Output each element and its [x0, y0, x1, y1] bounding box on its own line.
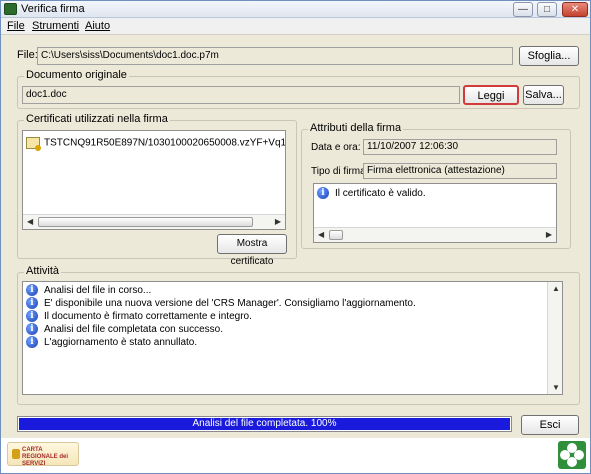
scroll-left-icon[interactable]: ◀ — [27, 217, 33, 226]
certificates-title: Certificati utilizzati nella firma — [24, 113, 170, 125]
close-button[interactable]: ✕ — [562, 2, 588, 17]
certificate-icon — [26, 137, 41, 151]
scroll-left-icon[interactable]: ◀ — [318, 230, 324, 239]
scroll-down-icon[interactable]: ▼ — [552, 383, 560, 392]
log-entry-text: Analisi del file in corso... — [44, 285, 152, 296]
progress-bar: Analisi del file completata. 100% — [17, 416, 512, 432]
activity-log[interactable]: i Analisi del file in corso... i E' dispon… — [22, 281, 563, 395]
log-entry-text: Il documento è firmato correttamente e i… — [44, 311, 252, 322]
minimize-button[interactable]: — — [513, 2, 533, 17]
browse-button[interactable]: Sfoglia... — [519, 46, 579, 66]
scroll-right-icon[interactable]: ▶ — [275, 217, 281, 226]
activity-title: Attività — [24, 265, 62, 277]
signature-type-field: Firma elettronica (attestazione) — [363, 163, 557, 179]
log-entry: i Il documento è firmato correttamente e … — [26, 310, 252, 323]
progress-text: Analisi del file completata. 100% — [192, 418, 337, 429]
menu-aiuto[interactable]: Aiuto — [85, 20, 110, 32]
scroll-right-icon[interactable]: ▶ — [546, 230, 552, 239]
date-label: Data e ora: — [311, 142, 361, 153]
log-entry-text: Analisi del file completata con successo… — [44, 324, 223, 335]
log-entry: i E' disponibile una nuova versione del '… — [26, 297, 416, 310]
title-bar[interactable]: Verifica firma — □ ✕ — [1, 1, 590, 18]
original-document-field[interactable]: doc1.doc — [22, 86, 460, 104]
log-entry-text: L'aggiornamento è stato annullato. — [44, 337, 198, 348]
exit-button[interactable]: Esci — [521, 415, 579, 435]
menu-bar: File Strumenti Aiuto — [1, 18, 590, 35]
status-hscrollbar[interactable]: ◀ ▶ — [314, 227, 556, 242]
log-entry: i Analisi del file completata con success… — [26, 323, 223, 336]
certificates-scroll-thumb[interactable] — [38, 217, 253, 227]
read-button[interactable]: Leggi — [463, 85, 519, 105]
certificate-status-list[interactable]: i Il certificato è valido. ◀ ▶ — [313, 183, 557, 243]
window-title: Verifica firma — [21, 3, 85, 15]
log-entry-text: E' disponibile una nuova versione del 'C… — [44, 298, 416, 309]
verifica-firma-window: Verifica firma — □ ✕ File Strumenti Aiut… — [0, 0, 591, 474]
original-document-title: Documento originale — [24, 69, 129, 81]
info-icon: i — [26, 336, 38, 349]
log-entry: i Analisi del file in corso... — [26, 284, 151, 297]
log-entry: i L'aggiornamento è stato annullato. — [26, 336, 197, 349]
certificate-item-label: TSTCNQ91R50E897N/1030100020650008.vzYF+V… — [44, 137, 286, 149]
info-icon: i — [26, 323, 38, 336]
status-scroll-thumb[interactable] — [329, 230, 343, 240]
signature-type-label: Tipo di firma: — [311, 166, 369, 177]
info-icon: i — [317, 187, 329, 200]
scroll-up-icon[interactable]: ▲ — [552, 284, 560, 293]
signature-attributes-title: Attributi della firma — [308, 122, 404, 134]
show-certificate-button[interactable]: Mostra certificato — [217, 234, 287, 267]
status-message-text: Il certificato è valido. — [335, 188, 426, 199]
certificates-hscrollbar[interactable]: ◀ ▶ — [23, 214, 285, 229]
certificates-list[interactable]: TSTCNQ91R50E897N/1030100020650008.vzYF+V… — [22, 130, 286, 230]
crs-corner-logo-icon — [558, 441, 586, 469]
file-path-field[interactable]: C:\Users\siss\Documents\doc1.doc.p7m — [37, 47, 513, 65]
footer: CARTA REGIONALE dei SERVIZI — [1, 438, 590, 473]
info-icon: i — [26, 284, 38, 297]
info-icon: i — [26, 297, 38, 310]
menu-strumenti[interactable]: Strumenti — [32, 20, 79, 32]
logo-mark-icon — [12, 449, 20, 459]
info-icon: i — [26, 310, 38, 323]
certificate-item[interactable]: TSTCNQ91R50E897N/1030100020650008.vzYF+V… — [26, 137, 286, 151]
activity-vscrollbar[interactable]: ▲ ▼ — [547, 282, 562, 394]
save-button[interactable]: Salva... — [523, 85, 564, 105]
carta-regionale-logo: CARTA REGIONALE dei SERVIZI — [7, 442, 79, 467]
date-field: 11/10/2007 12:06:30 — [363, 139, 557, 155]
file-label: File: — [17, 49, 38, 61]
menu-file[interactable]: File — [7, 20, 25, 32]
maximize-button[interactable]: □ — [537, 2, 557, 17]
app-icon — [4, 3, 17, 15]
logo-text: CARTA REGIONALE dei SERVIZI — [22, 447, 69, 467]
status-message: i Il certificato è valido. — [317, 187, 426, 200]
